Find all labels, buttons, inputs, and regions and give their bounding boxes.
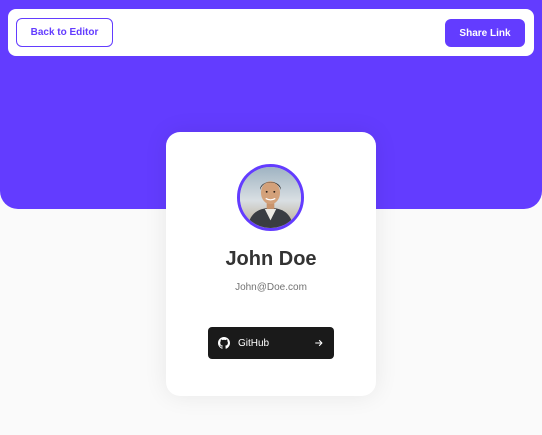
avatar [237, 164, 304, 231]
github-icon [218, 337, 230, 349]
back-to-editor-button[interactable]: Back to Editor [16, 18, 113, 47]
profile-photo-icon [240, 167, 301, 228]
share-link-button[interactable]: Share Link [445, 19, 525, 47]
arrow-right-icon [314, 338, 324, 348]
profile-name: John Doe [225, 248, 317, 270]
github-link-label: GitHub [238, 337, 270, 349]
top-navbar: Back to Editor Share Link [8, 9, 534, 56]
profile-email: John@Doe.com [235, 282, 307, 293]
github-link-button[interactable]: GitHub [208, 327, 334, 359]
profile-card: John Doe John@Doe.com GitHub [166, 132, 376, 396]
